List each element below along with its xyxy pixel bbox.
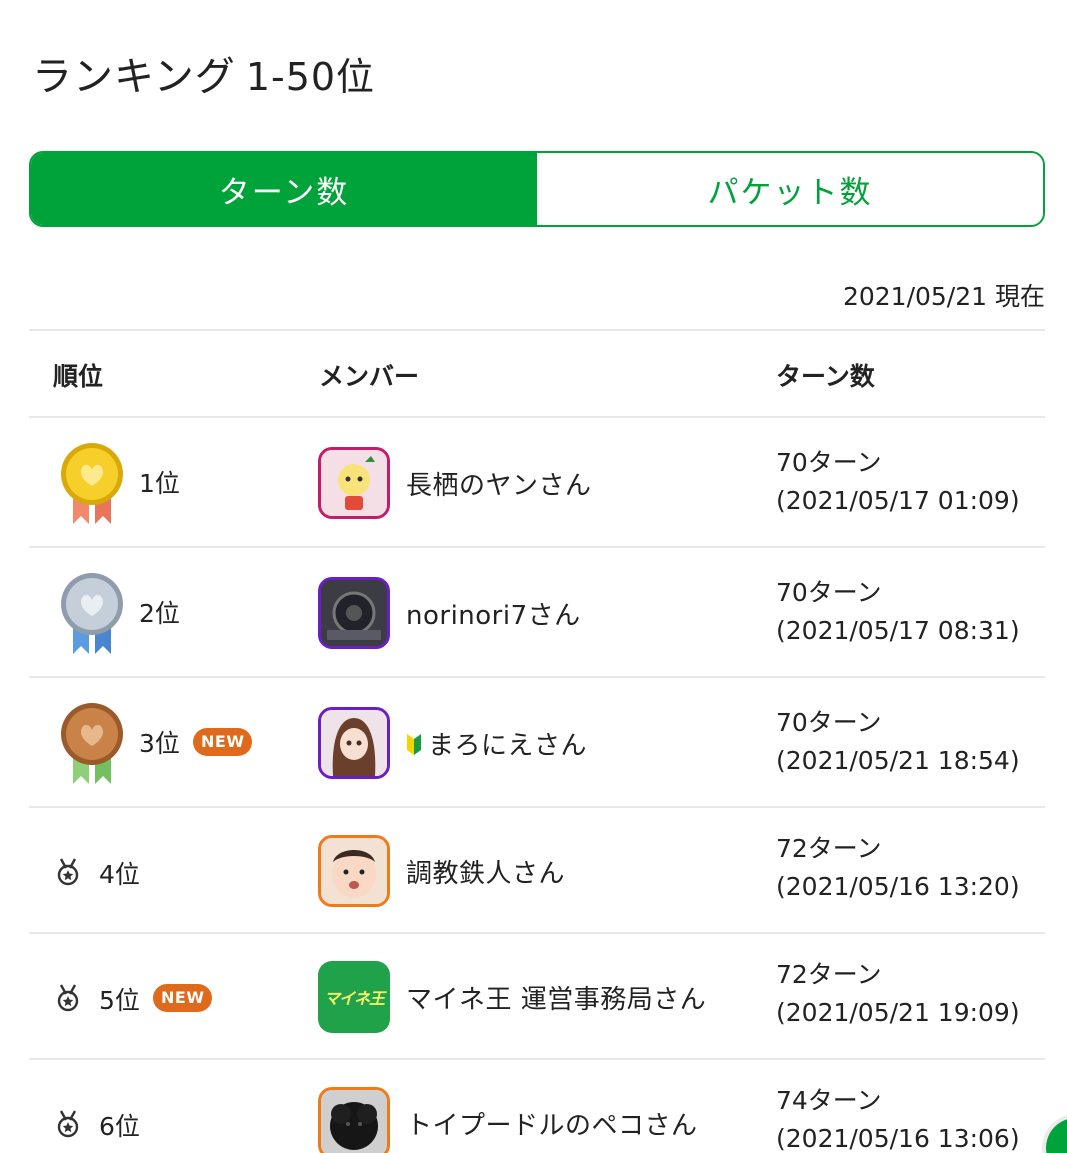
turn-count: 70ターン (2021/05/21 18:54) [776, 704, 1020, 780]
rank-label: 3位 [139, 729, 180, 758]
rank-label: 2位 [139, 599, 180, 628]
turn-datetime: (2021/05/16 13:06) [776, 1124, 1020, 1153]
medal-outline-icon [57, 984, 79, 1012]
rank-label: 6位 [99, 1112, 140, 1141]
turn-value: 74ターン [776, 1086, 882, 1115]
member-name[interactable]: 調教鉄人さん [406, 853, 565, 890]
turn-value: 70ターン [776, 578, 882, 607]
member-name[interactable]: トイプードルのペコさん [406, 1105, 698, 1142]
table-row: 5位 NEW マイネ王 マイネ王 運営事務局さん 72ターン (2021/05/… [29, 934, 1045, 1060]
as-of-date: 2021/05/21 現在 [842, 282, 1045, 311]
rank-label: 4位 [99, 860, 140, 889]
avatar-image [321, 838, 387, 904]
tab-packets[interactable]: パケット数 [537, 153, 1043, 225]
table-row: 6位 トイプードルのペコさん 74ターン (2021/05/16 13:06) [29, 1060, 1045, 1153]
rank-label: 5位 [99, 986, 140, 1015]
member-name[interactable]: norinori7さん [406, 595, 581, 632]
page-title: ランキング 1-50位 [32, 44, 375, 102]
bronze-medal-icon [61, 703, 123, 784]
turn-count: 70ターン (2021/05/17 08:31) [776, 574, 1020, 650]
page-title-range: 1-50位 [245, 55, 376, 99]
table-header: 順位 メンバー ターン数 [29, 329, 1045, 418]
medal-outline-icon [57, 858, 79, 886]
avatar[interactable]: マイネ王 [318, 961, 390, 1033]
member-name[interactable]: マイネ王 運営事務局さん [406, 979, 706, 1016]
turn-datetime: (2021/05/21 18:54) [776, 746, 1020, 775]
turn-datetime: (2021/05/17 08:31) [776, 616, 1020, 645]
avatar[interactable] [318, 1087, 390, 1153]
avatar[interactable] [318, 835, 390, 907]
tab-turns[interactable]: ターン数 [31, 153, 537, 225]
turn-value: 70ターン [776, 708, 882, 737]
turn-count: 70ターン (2021/05/17 01:09) [776, 444, 1020, 520]
beginner-mark-icon [407, 733, 421, 755]
floating-action-button[interactable] [1046, 1118, 1067, 1153]
ranking-table: 順位 メンバー ターン数 1位 長栖のヤンさん 70ターン (2021/05/1… [29, 329, 1045, 1153]
turn-count: 72ターン (2021/05/16 13:20) [776, 830, 1020, 906]
avatar-image [321, 580, 387, 646]
table-row: 2位 norinori7さん 70ターン (2021/05/17 08:31) [29, 548, 1045, 678]
table-row: 4位 調教鉄人さん 72ターン (2021/05/16 13:20) [29, 808, 1045, 934]
member-name[interactable]: 長栖のヤンさん [406, 465, 592, 502]
new-badge: NEW [153, 984, 213, 1012]
turn-datetime: (2021/05/17 01:09) [776, 486, 1020, 515]
avatar-image [321, 710, 387, 776]
avatar[interactable] [318, 447, 390, 519]
ranking-page: ランキング 1-50位 ターン数 パケット数 2021/05/21 現在 順位 メ… [0, 0, 1067, 1153]
member-name-text: まろにえさん [428, 731, 588, 761]
table-row: 1位 長栖のヤンさん 70ターン (2021/05/17 01:09) [29, 418, 1045, 548]
header-rank: 順位 [53, 362, 104, 391]
turn-count: 72ターン (2021/05/21 19:09) [776, 956, 1020, 1032]
medal-outline-icon [57, 1110, 79, 1138]
turn-datetime: (2021/05/16 13:20) [776, 872, 1020, 901]
new-badge: NEW [193, 728, 253, 756]
rank-label: 1位 [139, 469, 180, 498]
turn-value: 70ターン [776, 448, 882, 477]
silver-medal-icon [61, 573, 123, 654]
turn-value: 72ターン [776, 960, 882, 989]
turn-count: 74ターン (2021/05/16 13:06) [776, 1082, 1020, 1153]
member-name[interactable]: まろにえさん [406, 725, 587, 762]
page-title-text: ランキング [32, 54, 236, 100]
header-turns: ターン数 [776, 362, 875, 391]
avatar-logo-text: マイネ王 [323, 989, 385, 1008]
turn-datetime: (2021/05/21 19:09) [776, 998, 1020, 1027]
avatar[interactable] [318, 707, 390, 779]
header-member: メンバー [319, 362, 420, 391]
table-row: 3位 NEW まろにえさん 70ターン (2021/05/21 18:54) [29, 678, 1045, 808]
turn-value: 72ターン [776, 834, 882, 863]
ranking-tabs: ターン数 パケット数 [29, 151, 1045, 227]
avatar-image [321, 450, 387, 516]
gold-medal-icon [61, 443, 123, 524]
avatar[interactable] [318, 577, 390, 649]
avatar-image [321, 1090, 387, 1153]
